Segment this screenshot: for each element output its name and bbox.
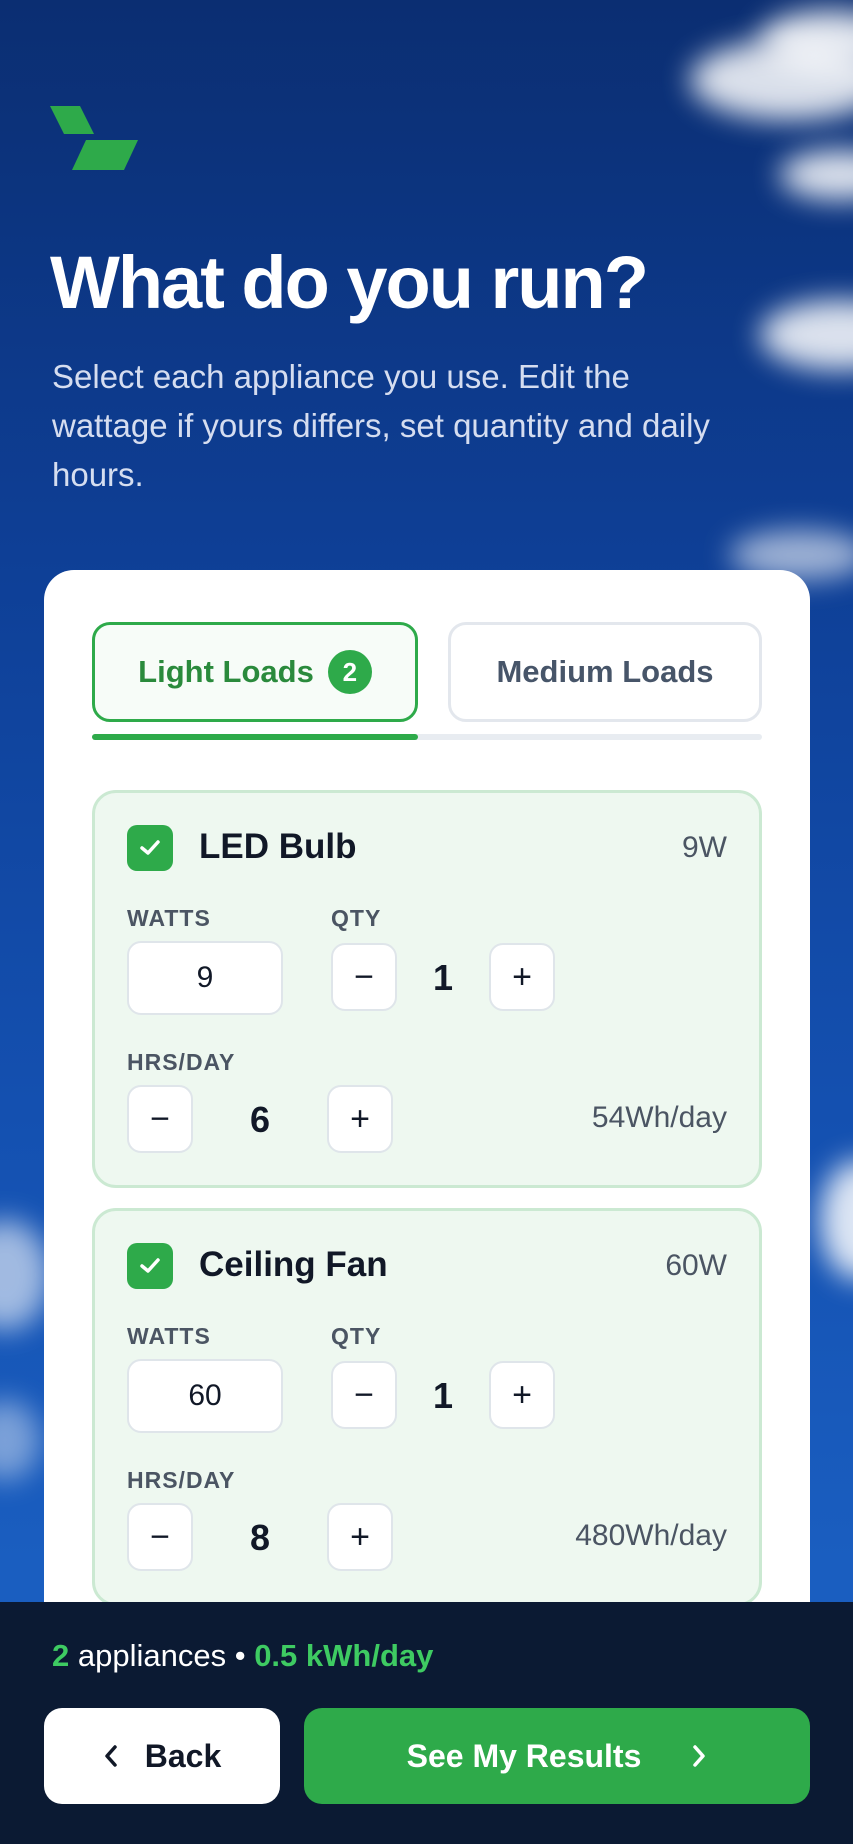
hours-value: 6	[249, 1099, 271, 1140]
selected-count-badge: 2	[327, 650, 372, 694]
tab-medium-loads-label: Medium Loads	[496, 654, 714, 689]
tab-track	[92, 734, 762, 740]
back-button-label: Back	[144, 1737, 222, 1774]
appliance-name: LED Bulb	[199, 827, 357, 866]
hours-value: 8	[249, 1517, 271, 1558]
hours-label: HRS/DAY	[127, 1467, 236, 1493]
appliance-card: Light Loads 2 Medium Loads LED Bulb 9W W…	[44, 570, 810, 1710]
appliance-checkbox[interactable]	[127, 1243, 173, 1289]
hours-decrement-button[interactable]: −	[127, 1503, 193, 1571]
see-results-button-label: See My Results	[406, 1737, 642, 1774]
qty-label: QTY	[331, 905, 382, 931]
qty-increment-button[interactable]: +	[489, 943, 555, 1011]
qty-value: 1	[432, 1375, 454, 1416]
page-title: What do you run?	[50, 241, 649, 324]
watts-input[interactable]: 9	[127, 941, 283, 1015]
qty-label: QTY	[331, 1323, 382, 1349]
brand-logo-icon	[50, 106, 138, 170]
hours-increment-button[interactable]: +	[327, 1085, 393, 1153]
checkmark-icon	[140, 840, 160, 855]
back-button[interactable]: Back	[44, 1708, 280, 1804]
hours-increment-button[interactable]: +	[327, 1503, 393, 1571]
daily-energy-value: 480Wh/day	[575, 1519, 727, 1552]
appliance-item-led-bulb: LED Bulb 9W WATTS QTY 9 − 1 + HRS/DAY − …	[92, 790, 762, 1188]
tab-light-loads[interactable]: Light Loads 2	[92, 622, 418, 722]
hours-decrement-button[interactable]: −	[127, 1085, 193, 1153]
checkmark-icon	[140, 1258, 160, 1273]
page-subtitle: Select each appliance you use. Edit the …	[52, 358, 710, 493]
tab-active-indicator	[92, 734, 418, 740]
summary-separator: •	[226, 1638, 255, 1673]
see-results-button[interactable]: See My Results	[304, 1708, 810, 1804]
selection-summary: 2 appliances • 0.5 kWh/day	[52, 1638, 433, 1674]
summary-footer: 2 appliances • 0.5 kWh/day Back See My R…	[0, 1602, 853, 1844]
appliance-name: Ceiling Fan	[199, 1245, 388, 1284]
appliance-count: 2	[52, 1638, 70, 1673]
daily-energy-value: 54Wh/day	[591, 1101, 727, 1134]
appliance-wattage-tag: 9W	[682, 831, 727, 864]
qty-decrement-button[interactable]: −	[331, 1361, 397, 1429]
chevron-right-icon	[693, 1745, 706, 1767]
appliance-item-ceiling-fan: Ceiling Fan 60W WATTS QTY 60 − 1 + HRS/D…	[92, 1208, 762, 1606]
tab-medium-loads[interactable]: Medium Loads	[448, 622, 762, 722]
hours-label: HRS/DAY	[127, 1049, 236, 1075]
appliance-checkbox[interactable]	[127, 825, 173, 871]
appliance-count-suffix: appliances	[69, 1638, 227, 1673]
qty-decrement-button[interactable]: −	[331, 943, 397, 1011]
load-tabs: Light Loads 2 Medium Loads	[92, 622, 762, 722]
total-energy: 0.5 kWh/day	[254, 1638, 434, 1673]
watts-input[interactable]: 60	[127, 1359, 283, 1433]
watts-label: WATTS	[127, 1323, 211, 1349]
tab-light-loads-label: Light Loads	[138, 654, 314, 689]
appliance-wattage-tag: 60W	[665, 1249, 727, 1282]
chevron-left-icon	[105, 1745, 117, 1767]
qty-increment-button[interactable]: +	[489, 1361, 555, 1429]
qty-value: 1	[432, 957, 454, 998]
watts-label: WATTS	[127, 905, 211, 931]
